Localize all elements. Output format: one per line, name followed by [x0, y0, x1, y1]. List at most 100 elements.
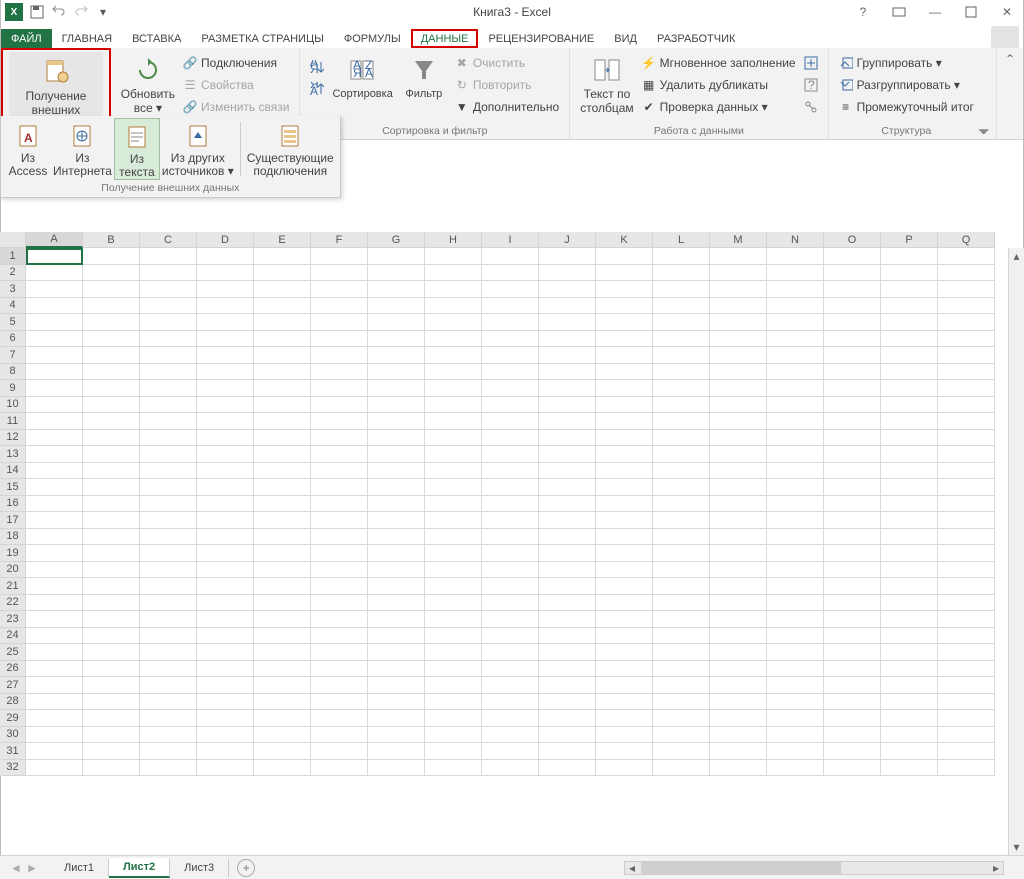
cell[interactable] — [311, 611, 368, 628]
cell[interactable] — [539, 248, 596, 265]
cell[interactable] — [710, 331, 767, 348]
cell[interactable] — [596, 661, 653, 678]
cell[interactable] — [368, 298, 425, 315]
cell[interactable] — [26, 496, 83, 513]
cell[interactable] — [710, 562, 767, 579]
column-header[interactable]: Q — [938, 232, 995, 248]
cell[interactable] — [311, 446, 368, 463]
cell[interactable] — [425, 463, 482, 480]
cell[interactable] — [596, 248, 653, 265]
cell[interactable] — [938, 463, 995, 480]
row-header[interactable]: 15 — [0, 479, 26, 496]
cell[interactable] — [425, 397, 482, 414]
cell[interactable] — [881, 661, 938, 678]
cell[interactable] — [710, 578, 767, 595]
cell[interactable] — [254, 347, 311, 364]
cell[interactable] — [824, 611, 881, 628]
cell[interactable] — [140, 628, 197, 645]
cell[interactable] — [881, 248, 938, 265]
cell[interactable] — [368, 314, 425, 331]
cell[interactable] — [254, 727, 311, 744]
cell[interactable] — [653, 496, 710, 513]
cell[interactable] — [539, 578, 596, 595]
row-header[interactable]: 7 — [0, 347, 26, 364]
cell[interactable] — [881, 595, 938, 612]
cell[interactable] — [197, 413, 254, 430]
cell[interactable] — [938, 265, 995, 282]
filter-button[interactable]: Фильтр — [397, 50, 451, 101]
cell[interactable] — [83, 545, 140, 562]
row-header[interactable]: 8 — [0, 364, 26, 381]
column-header[interactable]: J — [539, 232, 596, 248]
cell[interactable] — [596, 314, 653, 331]
cell[interactable] — [482, 397, 539, 414]
cell[interactable] — [197, 347, 254, 364]
cell[interactable] — [83, 760, 140, 777]
cell[interactable] — [311, 463, 368, 480]
cell[interactable] — [482, 743, 539, 760]
cell[interactable] — [254, 463, 311, 480]
cell[interactable] — [311, 562, 368, 579]
undo-icon[interactable] — [51, 4, 67, 20]
cell[interactable] — [596, 529, 653, 546]
sort-desc-button[interactable]: ЯА — [310, 80, 324, 98]
cell[interactable] — [824, 644, 881, 661]
cell[interactable] — [596, 611, 653, 628]
cell[interactable] — [311, 413, 368, 430]
cell[interactable] — [824, 661, 881, 678]
cell[interactable] — [368, 512, 425, 529]
cell[interactable] — [26, 512, 83, 529]
cell[interactable] — [938, 578, 995, 595]
cell[interactable] — [539, 545, 596, 562]
cell[interactable] — [653, 281, 710, 298]
cell[interactable] — [425, 265, 482, 282]
cell[interactable] — [653, 397, 710, 414]
cell[interactable] — [653, 512, 710, 529]
cell[interactable] — [767, 710, 824, 727]
cell[interactable] — [26, 364, 83, 381]
cell[interactable] — [140, 265, 197, 282]
cell[interactable] — [368, 413, 425, 430]
cell[interactable] — [482, 314, 539, 331]
cell[interactable] — [368, 281, 425, 298]
cell[interactable] — [140, 743, 197, 760]
cell[interactable] — [26, 281, 83, 298]
cell[interactable] — [539, 661, 596, 678]
cell[interactable] — [653, 413, 710, 430]
cell[interactable] — [938, 644, 995, 661]
cell[interactable] — [881, 347, 938, 364]
cell[interactable] — [539, 446, 596, 463]
column-header[interactable]: F — [311, 232, 368, 248]
cell[interactable] — [140, 281, 197, 298]
row-header[interactable]: 4 — [0, 298, 26, 315]
cell[interactable] — [482, 644, 539, 661]
cell[interactable] — [26, 298, 83, 315]
row-header[interactable]: 1 — [0, 248, 26, 265]
scroll-down-icon[interactable]: ▾ — [1009, 839, 1024, 855]
cell[interactable] — [482, 628, 539, 645]
cell[interactable] — [368, 694, 425, 711]
remove-duplicates-button[interactable]: ▦Удалить дубликаты — [642, 76, 796, 94]
cell[interactable] — [824, 281, 881, 298]
cell[interactable] — [710, 661, 767, 678]
cell[interactable] — [83, 430, 140, 447]
cell[interactable] — [26, 397, 83, 414]
row-header[interactable]: 19 — [0, 545, 26, 562]
row-header[interactable]: 18 — [0, 529, 26, 546]
cell[interactable] — [254, 364, 311, 381]
cell[interactable] — [539, 479, 596, 496]
cell[interactable] — [596, 727, 653, 744]
cell[interactable] — [197, 380, 254, 397]
cell[interactable] — [254, 314, 311, 331]
cell[interactable] — [710, 727, 767, 744]
cell[interactable] — [311, 364, 368, 381]
cell[interactable] — [653, 694, 710, 711]
cell[interactable] — [938, 364, 995, 381]
cell[interactable] — [938, 727, 995, 744]
cell[interactable] — [368, 529, 425, 546]
cell[interactable] — [83, 413, 140, 430]
row-header[interactable]: 24 — [0, 628, 26, 645]
cell[interactable] — [83, 677, 140, 694]
cell[interactable] — [653, 265, 710, 282]
cell[interactable] — [881, 710, 938, 727]
